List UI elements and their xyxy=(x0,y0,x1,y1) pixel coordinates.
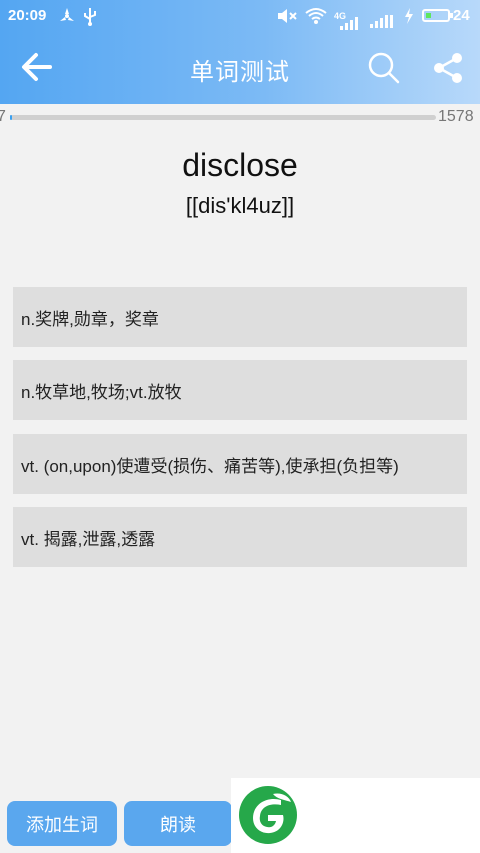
search-button[interactable] xyxy=(362,46,406,90)
word-phonetic: [[dis'kl4uz]] xyxy=(185,193,295,218)
answer-option-4[interactable]: vt. 揭露,泄露,透露 xyxy=(13,507,467,567)
answer-option-1[interactable]: n.奖牌,勋章，奖章 xyxy=(13,287,467,347)
read-aloud-button[interactable]: 朗读 xyxy=(124,801,232,846)
progress-total: 1578 xyxy=(438,108,474,125)
ad-panel[interactable] xyxy=(231,778,480,853)
progress-bar[interactable] xyxy=(10,115,436,120)
back-button[interactable] xyxy=(12,44,62,90)
status-bar: 20:09 4G 24 xyxy=(0,0,480,32)
progress-fill xyxy=(10,115,12,120)
charging-icon xyxy=(404,5,414,27)
arrow-left-icon xyxy=(22,53,52,81)
toolbar: 单词测试 xyxy=(0,32,480,104)
share-icon xyxy=(434,53,462,83)
page-title: 单词测试 xyxy=(190,59,290,86)
signal-icon xyxy=(340,12,362,34)
progress-row: 7 1578 xyxy=(0,104,480,130)
wifi-icon xyxy=(304,5,328,27)
progress-current: 7 xyxy=(0,108,6,125)
search-icon xyxy=(368,52,400,84)
share-button[interactable] xyxy=(426,46,470,90)
answer-option-3[interactable]: vt. (on,upon)使遭受(损伤、痛苦等),使承担(负担等) xyxy=(13,434,467,494)
answer-option-2[interactable]: n.牧草地,牧场;vt.放牧 xyxy=(13,360,467,420)
fan-icon xyxy=(58,5,76,27)
word-text: disclose xyxy=(182,147,298,183)
leaf-logo-icon xyxy=(239,786,297,844)
mute-icon xyxy=(276,5,298,27)
usb-icon xyxy=(82,5,98,27)
status-time: 20:09 xyxy=(8,7,47,24)
signal-icon-2 xyxy=(370,10,396,32)
battery-icon xyxy=(422,9,453,22)
app-header: 20:09 4G 24 单词测试 xyxy=(0,0,480,104)
add-word-button[interactable]: 添加生词 xyxy=(7,801,117,846)
battery-level xyxy=(426,13,431,18)
battery-percent: 24 xyxy=(453,7,470,24)
